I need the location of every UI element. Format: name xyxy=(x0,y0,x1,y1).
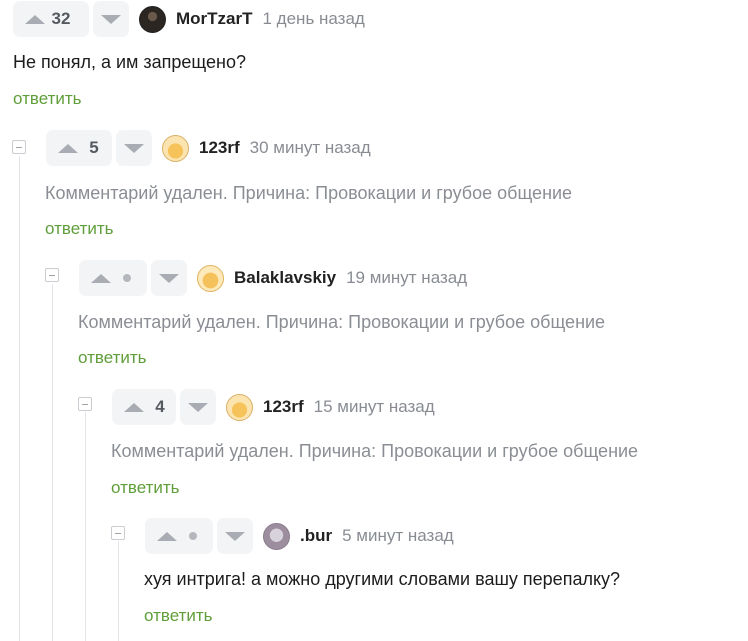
reply-link[interactable]: ответить xyxy=(144,606,213,626)
thread-line xyxy=(118,541,119,641)
username-link[interactable]: .bur xyxy=(300,526,332,546)
thread-line xyxy=(85,412,86,641)
user-avatar-icon[interactable] xyxy=(162,134,189,162)
vote-count: 5 xyxy=(89,138,99,157)
timestamp: 5 минут назад xyxy=(342,526,454,545)
vote-count: 32 xyxy=(51,9,71,28)
user-avatar-icon[interactable] xyxy=(263,522,290,550)
collapse-thread-icon[interactable] xyxy=(45,268,59,282)
thread-line xyxy=(19,156,20,641)
rating-control: 32 xyxy=(13,1,89,37)
username-link[interactable]: Balaklavskiy xyxy=(234,268,336,288)
vote-dot xyxy=(189,532,197,540)
user-avatar-icon[interactable] xyxy=(197,264,224,292)
collapse-thread-icon[interactable] xyxy=(12,140,26,154)
thread-line xyxy=(52,284,53,641)
deleted-comment-notice: Комментарий удален. Причина: Провокации … xyxy=(111,441,639,461)
comment-header: 32 MorTzarT 1 день назад xyxy=(13,1,365,37)
deleted-comment-notice: Комментарий удален. Причина: Провокации … xyxy=(45,183,573,203)
upvote-icon[interactable] xyxy=(151,518,183,554)
upvote-icon[interactable] xyxy=(118,389,150,425)
reply-link[interactable]: ответить xyxy=(78,348,147,368)
user-avatar-icon[interactable] xyxy=(139,5,166,33)
collapse-thread-icon[interactable] xyxy=(78,397,92,411)
upvote-icon[interactable] xyxy=(19,1,51,37)
downvote-icon[interactable] xyxy=(180,389,216,425)
rating-control xyxy=(79,260,147,296)
comment-header: .bur 5 минут назад xyxy=(145,518,454,554)
user-avatar-icon[interactable] xyxy=(226,393,253,421)
comment-header: 4 123rf 15 минут назад xyxy=(112,389,435,425)
timestamp: 1 день назад xyxy=(262,9,365,28)
upvote-icon[interactable] xyxy=(85,260,117,296)
reply-link[interactable]: ответить xyxy=(111,478,180,498)
timestamp: 19 минут назад xyxy=(346,268,468,287)
downvote-icon[interactable] xyxy=(116,130,152,166)
comment-header: Balaklavskiy 19 минут назад xyxy=(79,260,467,296)
comment-header: 5 123rf 30 минут назад xyxy=(46,130,371,166)
rating-control: 5 xyxy=(46,130,112,166)
deleted-comment-notice: Комментарий удален. Причина: Провокации … xyxy=(78,312,606,332)
downvote-icon[interactable] xyxy=(217,518,253,554)
username-link[interactable]: 123rf xyxy=(263,397,304,417)
downvote-icon[interactable] xyxy=(93,1,129,37)
vote-count: 4 xyxy=(155,397,165,416)
username-link[interactable]: MorTzarT xyxy=(176,9,253,29)
reply-link[interactable]: ответить xyxy=(45,219,114,239)
downvote-icon[interactable] xyxy=(151,260,187,296)
rating-control: 4 xyxy=(112,389,176,425)
collapse-thread-icon[interactable] xyxy=(111,526,125,540)
username-link[interactable]: 123rf xyxy=(199,138,240,158)
upvote-icon[interactable] xyxy=(52,130,84,166)
vote-dot xyxy=(123,274,131,282)
comment-text: Не понял, а им запрещено? xyxy=(13,52,247,72)
timestamp: 30 минут назад xyxy=(249,138,371,157)
timestamp: 15 минут назад xyxy=(313,397,435,416)
reply-link[interactable]: ответить xyxy=(13,89,82,109)
rating-control xyxy=(145,518,213,554)
comment-text: хуя интрига! а можно другими словами ваш… xyxy=(144,569,621,589)
